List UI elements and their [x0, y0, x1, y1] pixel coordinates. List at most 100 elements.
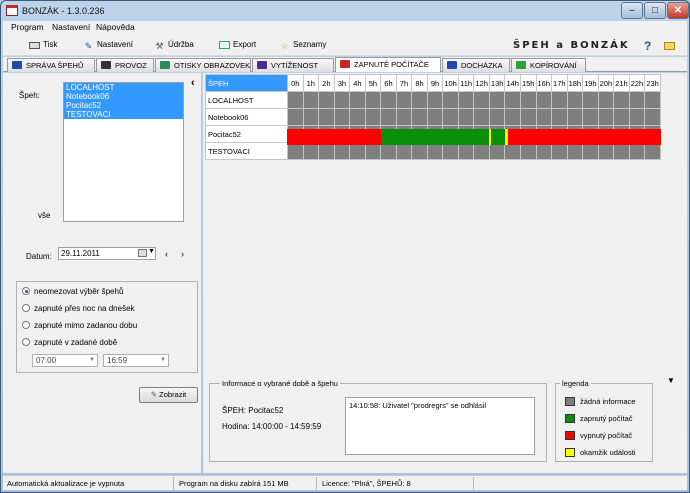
hour-cell[interactable] — [302, 91, 320, 109]
export-button[interactable]: Export — [219, 39, 256, 51]
tab-otisky-obrazovek[interactable]: OTISKY OBRAZOVEK — [155, 58, 251, 72]
hour-cell[interactable] — [349, 91, 366, 109]
hour-cell[interactable] — [364, 91, 382, 109]
menu-program[interactable]: Program — [11, 22, 44, 32]
select-all-label[interactable]: vše — [38, 211, 50, 220]
hour-cell[interactable] — [349, 108, 366, 126]
hour-cell[interactable] — [287, 142, 304, 160]
time-to-select[interactable]: 16:59 ▼ — [103, 354, 169, 367]
hour-cell[interactable] — [535, 142, 553, 160]
events-list[interactable]: 14:10:58: Uživatel "prodregrs" se odhlás… — [345, 397, 535, 455]
hour-cell[interactable] — [318, 91, 335, 109]
hour-cell[interactable] — [488, 91, 506, 109]
speh-name-cell[interactable]: LOCALHOST — [205, 91, 288, 109]
list-item[interactable]: Notebook06 — [64, 92, 183, 101]
tab-vytizenost[interactable]: VYTÍŽENOST — [252, 58, 334, 72]
hour-cell[interactable] — [582, 108, 599, 126]
tab-zapnute-pocitace[interactable]: ZAPNUTÉ POČÍTAČE — [335, 57, 441, 72]
list-item[interactable]: Pocitac52 — [64, 101, 183, 110]
table-row[interactable]: LOCALHOST — [205, 91, 661, 109]
show-button[interactable]: ✎ Zobrazit — [139, 387, 198, 403]
radio-v-dobe[interactable]: zapnuté v zadané době — [22, 337, 117, 348]
hour-cell[interactable] — [349, 142, 366, 160]
hour-cell[interactable] — [457, 142, 475, 160]
mail-icon[interactable] — [664, 42, 675, 50]
hour-cell[interactable] — [597, 142, 615, 160]
hour-cell[interactable] — [566, 91, 584, 109]
tab-sprava-spehu[interactable]: SPRÁVA ŠPEHŮ — [7, 58, 95, 72]
maintenance-button[interactable]: ⚒ Údržba — [154, 39, 193, 51]
tab-dochazka[interactable]: DOCHÁZKA — [442, 58, 510, 72]
hour-cell[interactable] — [333, 108, 351, 126]
hour-cell[interactable] — [380, 91, 397, 109]
hour-cell[interactable] — [380, 142, 397, 160]
radio-neomezovat[interactable]: neomezovat výběr špehů — [22, 286, 123, 297]
close-button[interactable]: ✕ — [667, 2, 689, 19]
hour-cell[interactable] — [411, 108, 428, 126]
hour-cell[interactable] — [426, 91, 444, 109]
hour-cell[interactable] — [442, 91, 459, 109]
hour-cell[interactable] — [519, 91, 537, 109]
speh-name-cell[interactable]: TESTOVACI — [205, 142, 288, 160]
hour-cell[interactable] — [551, 108, 568, 126]
timeline-segment-off[interactable] — [287, 129, 381, 145]
speh-name-cell[interactable]: Notebook06 — [205, 108, 288, 126]
hour-cell[interactable] — [644, 91, 661, 109]
time-from-select[interactable]: 07:00 ▼ — [32, 354, 98, 367]
hour-cell[interactable] — [442, 108, 459, 126]
hour-cell[interactable] — [364, 108, 382, 126]
hour-cell[interactable] — [504, 142, 521, 160]
hour-cell[interactable] — [535, 108, 553, 126]
hour-cell[interactable] — [442, 142, 459, 160]
chevron-down-icon[interactable]: ▼ — [667, 376, 675, 385]
hour-cell[interactable] — [628, 108, 646, 126]
minimize-button[interactable]: – — [621, 2, 643, 19]
hour-cell[interactable] — [395, 108, 413, 126]
hour-cell[interactable] — [473, 142, 490, 160]
hour-cell[interactable] — [613, 91, 630, 109]
hour-cell[interactable] — [519, 108, 537, 126]
settings-button[interactable]: ✎ Nastavení — [83, 39, 133, 51]
hour-cell[interactable] — [597, 91, 615, 109]
hour-cell[interactable] — [380, 108, 397, 126]
hour-cell[interactable] — [426, 142, 444, 160]
hour-cell[interactable] — [551, 142, 568, 160]
hour-cell[interactable] — [644, 108, 661, 126]
hour-cell[interactable] — [519, 142, 537, 160]
hour-cell[interactable] — [644, 142, 661, 160]
tab-kopirovani[interactable]: KOPÍROVÁNÍ — [511, 58, 586, 72]
hour-cell[interactable] — [613, 142, 630, 160]
hour-cell[interactable] — [566, 108, 584, 126]
hour-cell[interactable] — [566, 142, 584, 160]
hour-cell[interactable] — [613, 108, 630, 126]
hour-cell[interactable] — [333, 142, 351, 160]
table-row[interactable]: TESTOVACI — [205, 142, 661, 160]
hour-cell[interactable] — [395, 142, 413, 160]
lists-button[interactable]: ☆ Seznamy — [279, 39, 326, 51]
hour-cell[interactable] — [504, 91, 521, 109]
hour-cell[interactable] — [473, 108, 490, 126]
hour-cell[interactable] — [473, 91, 490, 109]
radio-pres-noc[interactable]: zapnuté přes noc na dnešek — [22, 303, 135, 314]
tab-provoz[interactable]: PROVOZ — [96, 58, 154, 72]
hour-cell[interactable] — [582, 142, 599, 160]
help-icon[interactable]: ? — [644, 39, 651, 53]
timeline-segment-off[interactable] — [507, 129, 661, 145]
radio-mimo-dobu[interactable]: zapnuté mimo zadanou dobu — [22, 320, 137, 331]
speh-listbox[interactable]: LOCALHOST Notebook06 Pocitac52 TESTOVACI — [63, 82, 184, 222]
list-item[interactable]: TESTOVACI — [64, 110, 183, 119]
next-day-button[interactable]: › — [181, 249, 184, 259]
hour-cell[interactable] — [628, 91, 646, 109]
menu-nastaveni[interactable]: Nastavení — [52, 22, 90, 32]
title-bar[interactable]: BONZÁK - 1.3.0.236 – □ ✕ — [1, 1, 689, 21]
hour-cell[interactable] — [318, 142, 335, 160]
hour-cell[interactable] — [457, 91, 475, 109]
table-row[interactable]: Notebook06 — [205, 108, 661, 126]
hour-cell[interactable] — [426, 108, 444, 126]
timeline-segment-on[interactable] — [490, 129, 506, 145]
hour-cell[interactable] — [411, 142, 428, 160]
hour-cell[interactable] — [302, 108, 320, 126]
hour-cell[interactable] — [364, 142, 382, 160]
hour-cell[interactable] — [582, 91, 599, 109]
hour-cell[interactable] — [333, 91, 351, 109]
